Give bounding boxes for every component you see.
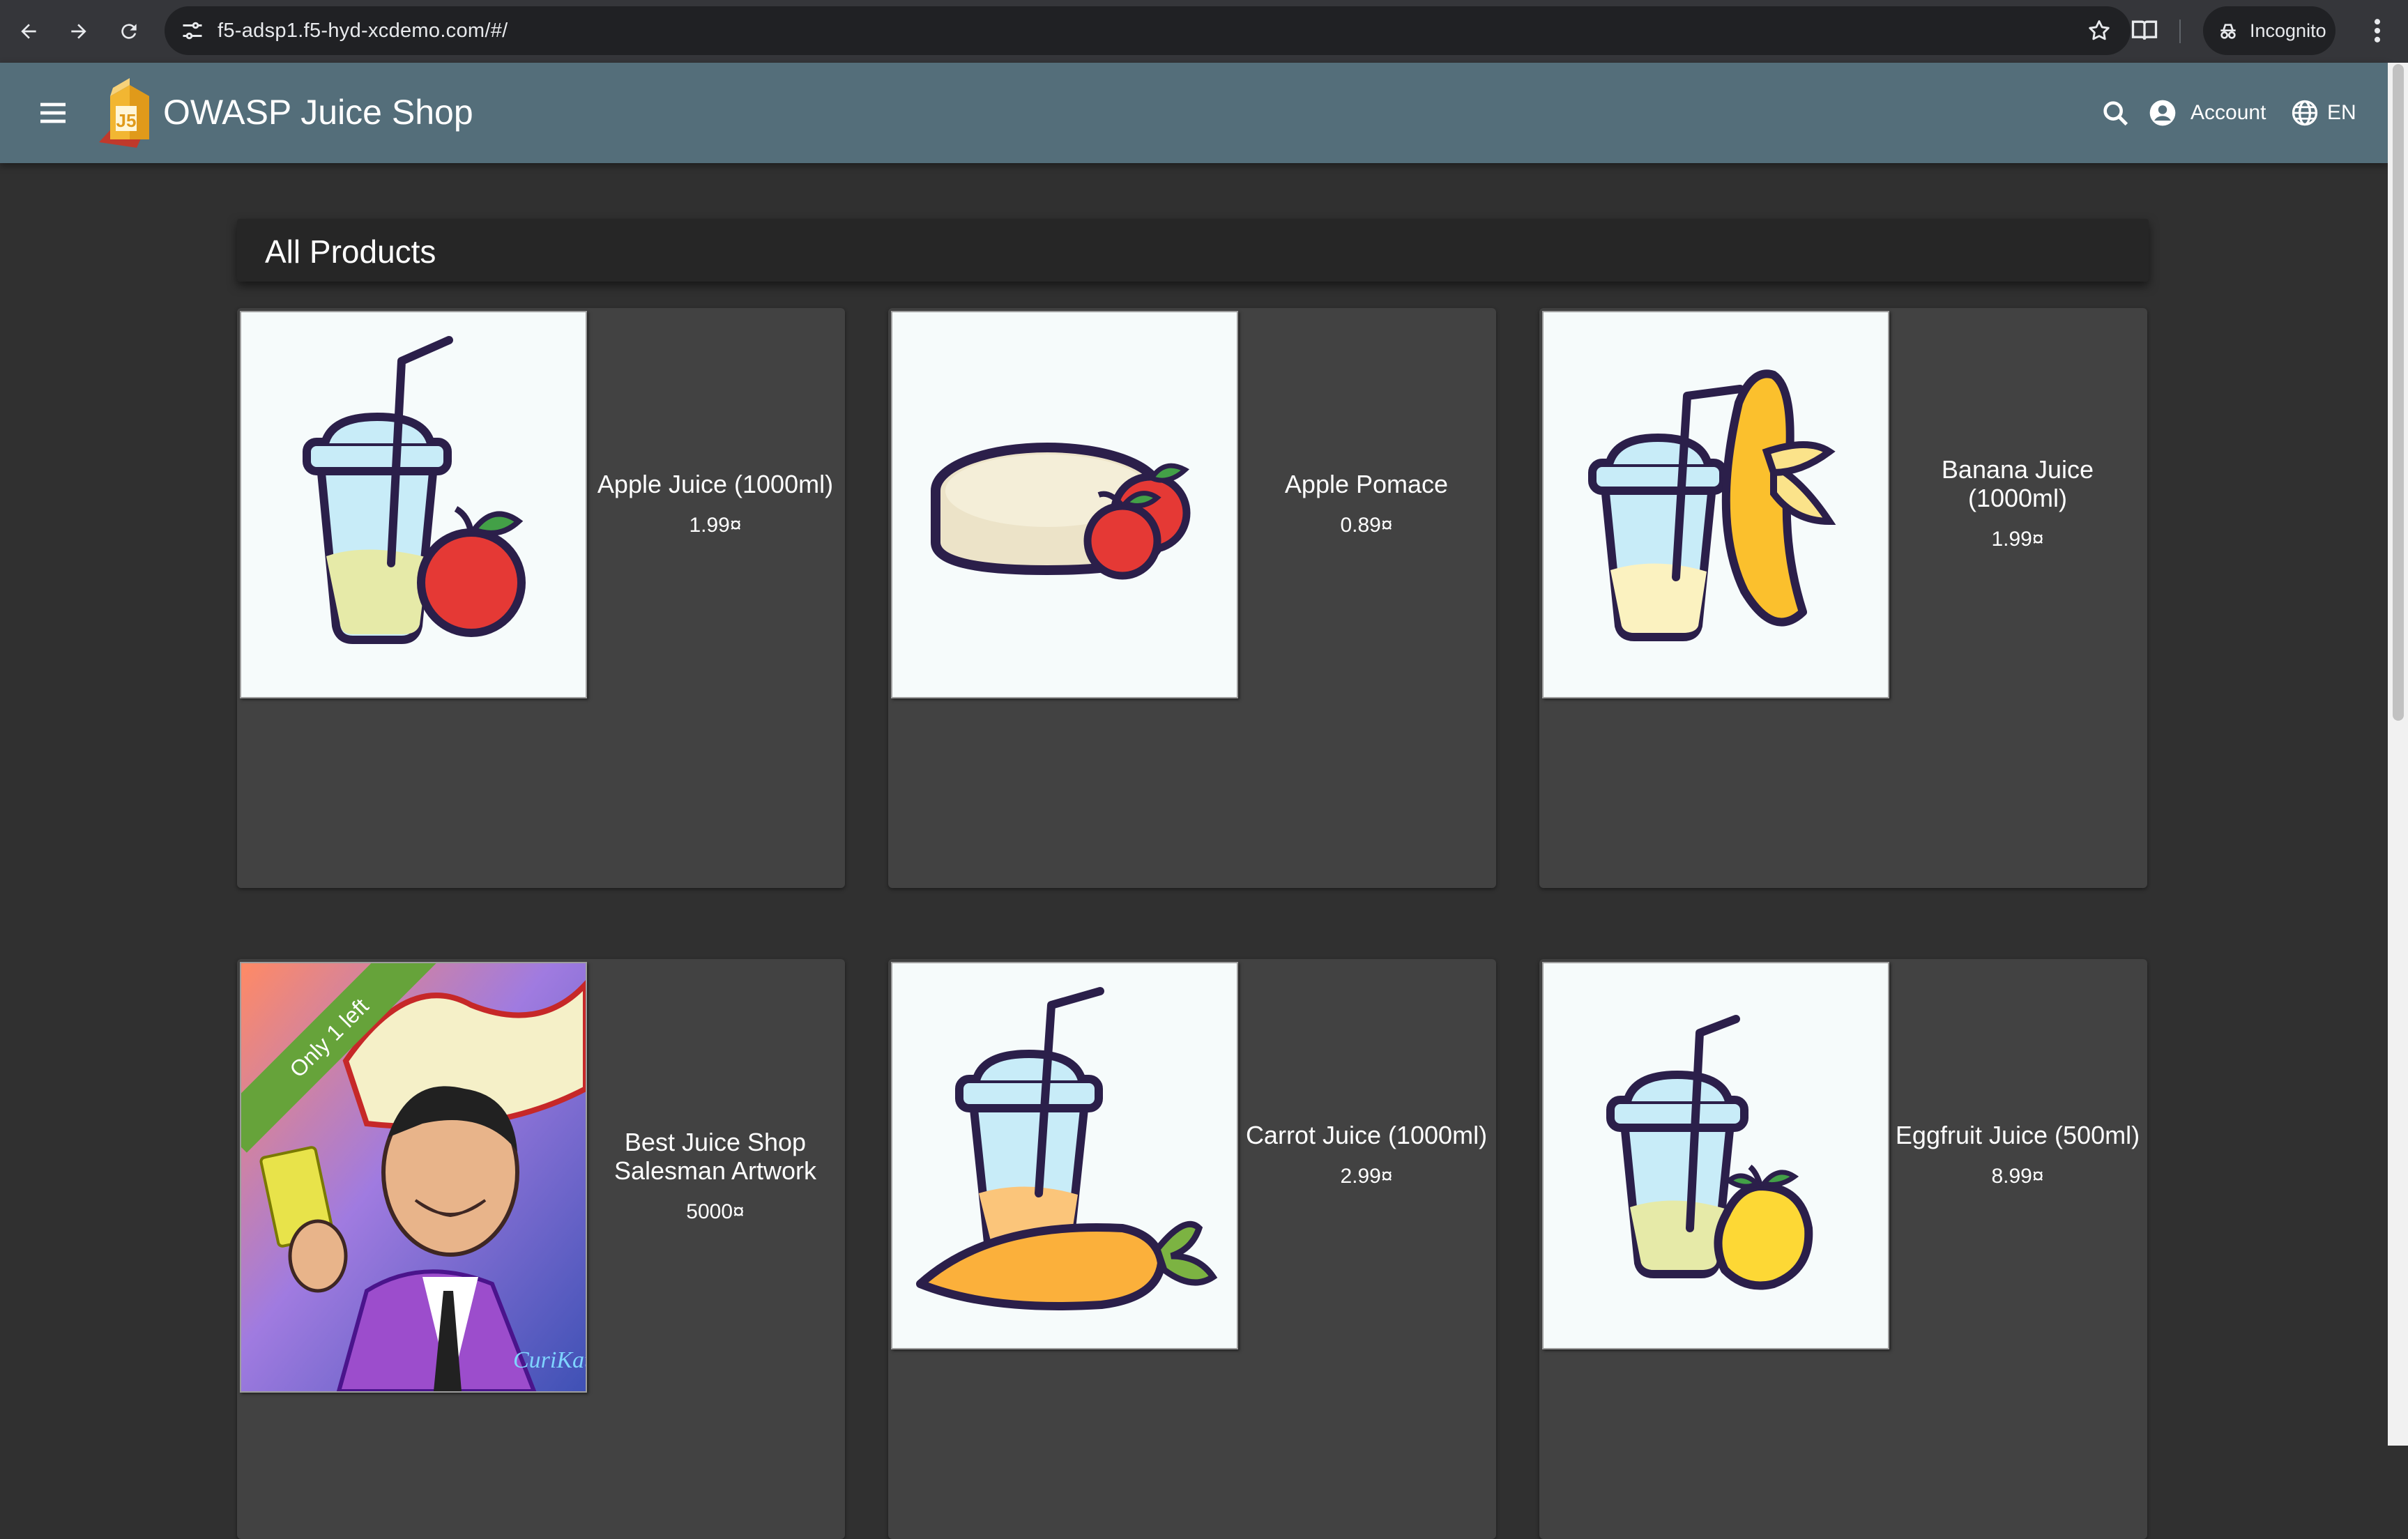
product-price: 1.99¤ — [689, 513, 742, 537]
bookmark-star-icon[interactable] — [2086, 17, 2112, 47]
account-label: Account — [2190, 101, 2266, 124]
app-toolbar: J5 OWASP Juice Shop Account EN — [0, 63, 2388, 163]
address-bar[interactable]: f5-adsp1.f5-hyd-xcdemo.com/#/ — [165, 6, 2131, 55]
url-text[interactable]: f5-adsp1.f5-hyd-xcdemo.com/#/ — [218, 20, 508, 43]
product-name: Banana Juice (1000ml) — [1941, 455, 2094, 512]
incognito-indicator[interactable]: Incognito — [2203, 6, 2335, 55]
product-card-carrot-juice[interactable]: Carrot Juice (1000ml) 2.99¤ — [888, 959, 1496, 1539]
language-label: EN — [2327, 101, 2356, 124]
product-price: 8.99¤ — [1991, 1164, 2044, 1188]
page-title: All Products — [265, 233, 436, 270]
product-info: Carrot Juice (1000ml) 2.99¤ — [1237, 959, 1496, 1349]
svg-text:J5: J5 — [116, 110, 137, 131]
globe-icon — [2292, 100, 2318, 126]
back-icon[interactable] — [13, 15, 45, 47]
product-card-salesman-artwork[interactable]: CuriKat Only 1 left Best Juice Shop Sale… — [237, 959, 845, 1539]
product-card-apple-pomace[interactable]: Apple Pomace 0.89¤ — [888, 308, 1496, 888]
browser-chrome: f5-adsp1.f5-hyd-xcdemo.com/#/ Incognito — [0, 0, 2408, 63]
product-price: 1.99¤ — [1991, 528, 2044, 551]
product-info: Eggfruit Juice (500ml) 8.99¤ — [1888, 959, 2147, 1349]
svg-text:CuriKat: CuriKat — [513, 1347, 586, 1373]
apple-juice-image[interactable] — [240, 311, 587, 698]
carrot-juice-image[interactable] — [891, 962, 1238, 1349]
browser-menu-icon[interactable] — [2363, 15, 2391, 49]
app-title[interactable]: OWASP Juice Shop — [163, 92, 473, 132]
banana-juice-image[interactable] — [1542, 311, 1889, 698]
apple-pomace-image[interactable] — [891, 311, 1238, 698]
product-name: Apple Juice (1000ml) — [597, 469, 834, 498]
product-price: 5000¤ — [686, 1200, 745, 1223]
product-name: Eggfruit Juice (500ml) — [1895, 1120, 2140, 1149]
product-price: 2.99¤ — [1340, 1164, 1393, 1188]
product-name: Best Juice Shop Salesman Artwork — [614, 1128, 817, 1185]
product-info: Banana Juice (1000ml) 1.99¤ — [1888, 308, 2147, 698]
eggfruit-juice-image[interactable] — [1542, 962, 1889, 1349]
product-info: Apple Pomace 0.89¤ — [1237, 308, 1496, 698]
account-button[interactable]: Account — [2147, 91, 2266, 135]
site-settings-icon[interactable] — [180, 18, 205, 47]
salesman-artwork-image[interactable]: CuriKat Only 1 left — [240, 962, 587, 1393]
product-info: Apple Juice (1000ml) 1.99¤ — [586, 308, 845, 698]
product-name: Carrot Juice (1000ml) — [1245, 1120, 1488, 1149]
account-circle-icon — [2149, 100, 2176, 126]
product-card-banana-juice[interactable]: Banana Juice (1000ml) 1.99¤ — [1539, 308, 2147, 888]
incognito-icon — [2220, 24, 2236, 39]
language-button[interactable]: EN — [2289, 91, 2356, 135]
juice-shop-logo[interactable]: J5 — [95, 75, 162, 155]
reload-icon[interactable] — [113, 15, 145, 47]
incognito-label: Incognito — [2250, 20, 2326, 41]
product-info: Best Juice Shop Salesman Artwork 5000¤ — [586, 959, 845, 1393]
search-icon[interactable] — [2100, 98, 2132, 133]
product-card-apple-juice[interactable]: Apple Juice (1000ml) 1.99¤ — [237, 308, 845, 888]
page-scrollbar-thumb[interactable] — [2393, 64, 2404, 721]
toolbar-divider — [2179, 20, 2181, 43]
forward-icon[interactable] — [63, 15, 95, 47]
product-name: Apple Pomace — [1284, 469, 1449, 498]
product-price: 0.89¤ — [1340, 513, 1393, 537]
reading-mode-icon[interactable] — [2129, 15, 2160, 49]
hamburger-menu-icon[interactable] — [36, 96, 70, 133]
products-heading-bar: All Products — [237, 219, 2149, 282]
product-card-eggfruit-juice[interactable]: Eggfruit Juice (500ml) 8.99¤ — [1539, 959, 2147, 1539]
